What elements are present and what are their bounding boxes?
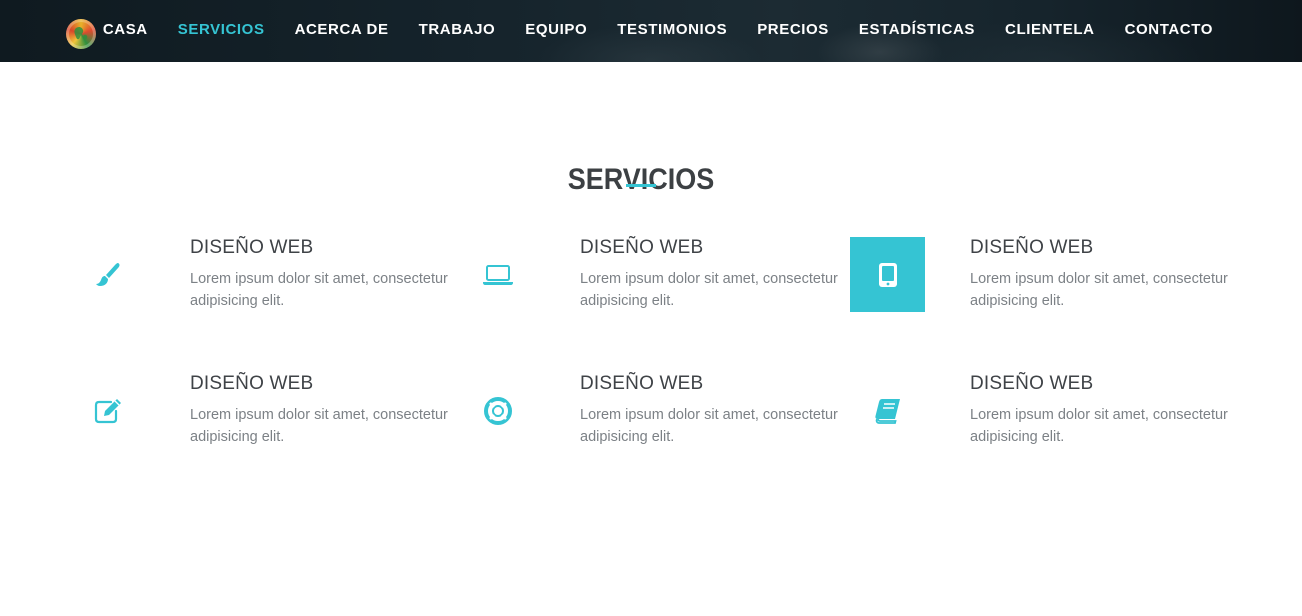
service-description: Lorem ipsum dolor sit amet, consectetur … <box>580 271 838 309</box>
tablet-icon <box>850 237 925 312</box>
nav-link-precios[interactable]: PRECIOS <box>757 21 829 38</box>
service-item: DISEÑO WEB Lorem ipsum dolor sit amet, c… <box>460 373 840 453</box>
nav-link-servicios[interactable]: SERVICIOS <box>178 21 265 38</box>
nav-link-trabajo[interactable]: TRABAJO <box>419 21 496 38</box>
service-description: Lorem ipsum dolor sit amet, consectetur … <box>190 271 448 309</box>
nav-link-testimonios[interactable]: TESTIMONIOS <box>617 21 727 38</box>
nav-link-acerca-de[interactable]: ACERCA DE <box>295 21 389 38</box>
main-nav: CASA SERVICIOS ACERCA DE TRABAJO EQUIPO … <box>73 0 1213 58</box>
paint-brush-icon <box>70 237 145 312</box>
service-title: DISEÑO WEB <box>190 373 314 394</box>
service-item: DISEÑO WEB Lorem ipsum dolor sit amet, c… <box>70 373 450 453</box>
service-description: Lorem ipsum dolor sit amet, consectetur … <box>190 407 448 445</box>
book-icon <box>850 373 925 448</box>
service-title: DISEÑO WEB <box>190 237 314 258</box>
laptop-icon <box>460 237 535 312</box>
service-title: DISEÑO WEB <box>580 373 704 394</box>
service-item: DISEÑO WEB Lorem ipsum dolor sit amet, c… <box>70 237 450 317</box>
service-description: Lorem ipsum dolor sit amet, consectetur … <box>970 407 1228 445</box>
service-title: DISEÑO WEB <box>970 237 1094 258</box>
service-title: DISEÑO WEB <box>970 373 1094 394</box>
nav-link-casa[interactable]: CASA <box>103 21 148 38</box>
life-ring-icon <box>460 373 535 448</box>
service-item: DISEÑO WEB Lorem ipsum dolor sit amet, c… <box>850 237 1230 317</box>
title-underline <box>626 184 656 187</box>
service-description: Lorem ipsum dolor sit amet, consectetur … <box>970 271 1228 309</box>
edit-icon <box>70 373 145 448</box>
nav-link-contacto[interactable]: CONTACTO <box>1125 21 1213 38</box>
service-item: DISEÑO WEB Lorem ipsum dolor sit amet, c… <box>460 237 840 317</box>
nav-link-equipo[interactable]: EQUIPO <box>525 21 587 38</box>
top-navbar: CASA SERVICIOS ACERCA DE TRABAJO EQUIPO … <box>0 0 1302 62</box>
service-title: DISEÑO WEB <box>580 237 704 258</box>
service-description: Lorem ipsum dolor sit amet, consectetur … <box>580 407 838 445</box>
service-item: DISEÑO WEB Lorem ipsum dolor sit amet, c… <box>850 373 1230 453</box>
nav-link-estadisticas[interactable]: ESTADÍSTICAS <box>859 21 975 38</box>
section-title: SERVICIOS <box>567 162 715 196</box>
nav-link-clientela[interactable]: CLIENTELA <box>1005 21 1095 38</box>
